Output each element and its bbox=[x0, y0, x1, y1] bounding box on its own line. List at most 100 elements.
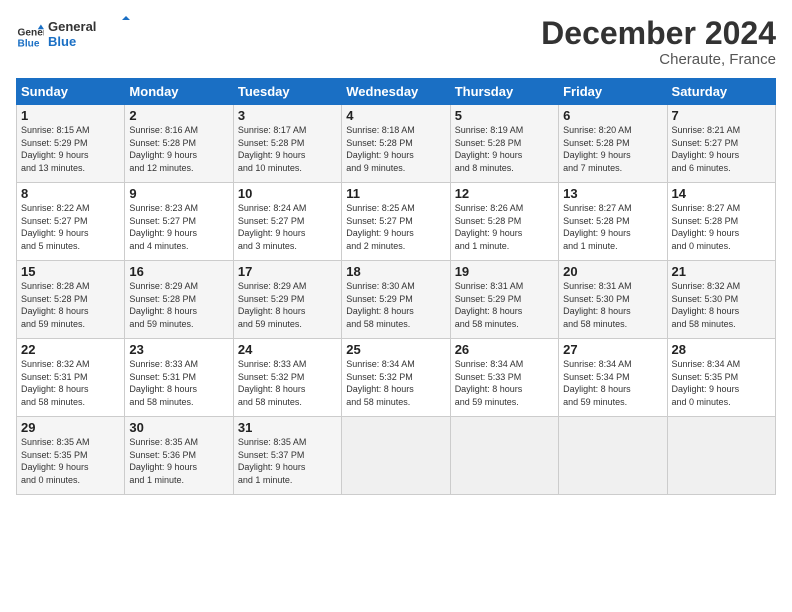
calendar-cell: 31Sunrise: 8:35 AM Sunset: 5:37 PM Dayli… bbox=[233, 417, 341, 495]
calendar-cell: 18Sunrise: 8:30 AM Sunset: 5:29 PM Dayli… bbox=[342, 261, 450, 339]
svg-text:Blue: Blue bbox=[48, 34, 76, 49]
calendar-cell bbox=[559, 417, 667, 495]
calendar-cell: 24Sunrise: 8:33 AM Sunset: 5:32 PM Dayli… bbox=[233, 339, 341, 417]
location: Cheraute, France bbox=[541, 51, 776, 68]
day-info: Sunrise: 8:29 AM Sunset: 5:28 PM Dayligh… bbox=[129, 280, 228, 330]
day-info: Sunrise: 8:34 AM Sunset: 5:34 PM Dayligh… bbox=[563, 358, 662, 408]
calendar-cell: 6Sunrise: 8:20 AM Sunset: 5:28 PM Daylig… bbox=[559, 105, 667, 183]
table-row: 15Sunrise: 8:28 AM Sunset: 5:28 PM Dayli… bbox=[17, 261, 776, 339]
calendar-cell bbox=[450, 417, 558, 495]
day-info: Sunrise: 8:27 AM Sunset: 5:28 PM Dayligh… bbox=[563, 202, 662, 252]
day-info: Sunrise: 8:28 AM Sunset: 5:28 PM Dayligh… bbox=[21, 280, 120, 330]
calendar-cell: 29Sunrise: 8:35 AM Sunset: 5:35 PM Dayli… bbox=[17, 417, 125, 495]
calendar-cell: 1Sunrise: 8:15 AM Sunset: 5:29 PM Daylig… bbox=[17, 105, 125, 183]
day-number: 23 bbox=[129, 342, 228, 357]
logo-icon: General Blue bbox=[16, 23, 44, 51]
page: General Blue General Blue December 2024 … bbox=[0, 0, 792, 612]
day-number: 19 bbox=[455, 264, 554, 279]
day-number: 7 bbox=[672, 108, 771, 123]
day-info: Sunrise: 8:35 AM Sunset: 5:35 PM Dayligh… bbox=[21, 436, 120, 486]
table-row: 8Sunrise: 8:22 AM Sunset: 5:27 PM Daylig… bbox=[17, 183, 776, 261]
day-info: Sunrise: 8:27 AM Sunset: 5:28 PM Dayligh… bbox=[672, 202, 771, 252]
day-info: Sunrise: 8:35 AM Sunset: 5:37 PM Dayligh… bbox=[238, 436, 337, 486]
calendar-cell: 26Sunrise: 8:34 AM Sunset: 5:33 PM Dayli… bbox=[450, 339, 558, 417]
day-number: 13 bbox=[563, 186, 662, 201]
day-number: 20 bbox=[563, 264, 662, 279]
calendar-cell bbox=[667, 417, 775, 495]
calendar-cell: 15Sunrise: 8:28 AM Sunset: 5:28 PM Dayli… bbox=[17, 261, 125, 339]
day-number: 31 bbox=[238, 420, 337, 435]
day-number: 15 bbox=[21, 264, 120, 279]
col-thursday: Thursday bbox=[450, 79, 558, 105]
col-friday: Friday bbox=[559, 79, 667, 105]
calendar-cell: 22Sunrise: 8:32 AM Sunset: 5:31 PM Dayli… bbox=[17, 339, 125, 417]
day-info: Sunrise: 8:21 AM Sunset: 5:27 PM Dayligh… bbox=[672, 124, 771, 174]
logo-text: General Blue bbox=[48, 16, 138, 57]
calendar-cell: 7Sunrise: 8:21 AM Sunset: 5:27 PM Daylig… bbox=[667, 105, 775, 183]
calendar-cell: 19Sunrise: 8:31 AM Sunset: 5:29 PM Dayli… bbox=[450, 261, 558, 339]
calendar-cell: 17Sunrise: 8:29 AM Sunset: 5:29 PM Dayli… bbox=[233, 261, 341, 339]
day-info: Sunrise: 8:34 AM Sunset: 5:33 PM Dayligh… bbox=[455, 358, 554, 408]
day-info: Sunrise: 8:32 AM Sunset: 5:30 PM Dayligh… bbox=[672, 280, 771, 330]
day-number: 6 bbox=[563, 108, 662, 123]
title-block: December 2024 Cheraute, France bbox=[541, 16, 776, 68]
day-info: Sunrise: 8:24 AM Sunset: 5:27 PM Dayligh… bbox=[238, 202, 337, 252]
day-number: 4 bbox=[346, 108, 445, 123]
day-number: 26 bbox=[455, 342, 554, 357]
calendar-cell: 4Sunrise: 8:18 AM Sunset: 5:28 PM Daylig… bbox=[342, 105, 450, 183]
header-row: Sunday Monday Tuesday Wednesday Thursday… bbox=[17, 79, 776, 105]
day-info: Sunrise: 8:31 AM Sunset: 5:30 PM Dayligh… bbox=[563, 280, 662, 330]
day-info: Sunrise: 8:15 AM Sunset: 5:29 PM Dayligh… bbox=[21, 124, 120, 174]
calendar-cell: 10Sunrise: 8:24 AM Sunset: 5:27 PM Dayli… bbox=[233, 183, 341, 261]
calendar-cell: 12Sunrise: 8:26 AM Sunset: 5:28 PM Dayli… bbox=[450, 183, 558, 261]
calendar-cell: 16Sunrise: 8:29 AM Sunset: 5:28 PM Dayli… bbox=[125, 261, 233, 339]
calendar-cell: 14Sunrise: 8:27 AM Sunset: 5:28 PM Dayli… bbox=[667, 183, 775, 261]
day-info: Sunrise: 8:31 AM Sunset: 5:29 PM Dayligh… bbox=[455, 280, 554, 330]
calendar-cell: 9Sunrise: 8:23 AM Sunset: 5:27 PM Daylig… bbox=[125, 183, 233, 261]
day-number: 29 bbox=[21, 420, 120, 435]
day-info: Sunrise: 8:17 AM Sunset: 5:28 PM Dayligh… bbox=[238, 124, 337, 174]
day-number: 24 bbox=[238, 342, 337, 357]
day-number: 11 bbox=[346, 186, 445, 201]
day-info: Sunrise: 8:35 AM Sunset: 5:36 PM Dayligh… bbox=[129, 436, 228, 486]
calendar-cell: 8Sunrise: 8:22 AM Sunset: 5:27 PM Daylig… bbox=[17, 183, 125, 261]
calendar-cell bbox=[342, 417, 450, 495]
day-info: Sunrise: 8:26 AM Sunset: 5:28 PM Dayligh… bbox=[455, 202, 554, 252]
calendar-cell: 23Sunrise: 8:33 AM Sunset: 5:31 PM Dayli… bbox=[125, 339, 233, 417]
day-number: 27 bbox=[563, 342, 662, 357]
calendar-cell: 27Sunrise: 8:34 AM Sunset: 5:34 PM Dayli… bbox=[559, 339, 667, 417]
day-number: 25 bbox=[346, 342, 445, 357]
day-number: 3 bbox=[238, 108, 337, 123]
month-title: December 2024 bbox=[541, 16, 776, 51]
calendar-cell: 5Sunrise: 8:19 AM Sunset: 5:28 PM Daylig… bbox=[450, 105, 558, 183]
calendar-cell: 30Sunrise: 8:35 AM Sunset: 5:36 PM Dayli… bbox=[125, 417, 233, 495]
calendar-cell: 11Sunrise: 8:25 AM Sunset: 5:27 PM Dayli… bbox=[342, 183, 450, 261]
day-number: 17 bbox=[238, 264, 337, 279]
header: General Blue General Blue December 2024 … bbox=[16, 16, 776, 68]
day-info: Sunrise: 8:22 AM Sunset: 5:27 PM Dayligh… bbox=[21, 202, 120, 252]
day-info: Sunrise: 8:18 AM Sunset: 5:28 PM Dayligh… bbox=[346, 124, 445, 174]
day-number: 28 bbox=[672, 342, 771, 357]
day-number: 1 bbox=[21, 108, 120, 123]
calendar-cell: 25Sunrise: 8:34 AM Sunset: 5:32 PM Dayli… bbox=[342, 339, 450, 417]
day-number: 14 bbox=[672, 186, 771, 201]
day-info: Sunrise: 8:33 AM Sunset: 5:31 PM Dayligh… bbox=[129, 358, 228, 408]
col-saturday: Saturday bbox=[667, 79, 775, 105]
svg-text:General: General bbox=[48, 19, 96, 34]
col-sunday: Sunday bbox=[17, 79, 125, 105]
svg-text:Blue: Blue bbox=[18, 38, 40, 49]
day-info: Sunrise: 8:20 AM Sunset: 5:28 PM Dayligh… bbox=[563, 124, 662, 174]
day-info: Sunrise: 8:16 AM Sunset: 5:28 PM Dayligh… bbox=[129, 124, 228, 174]
day-info: Sunrise: 8:32 AM Sunset: 5:31 PM Dayligh… bbox=[21, 358, 120, 408]
table-row: 29Sunrise: 8:35 AM Sunset: 5:35 PM Dayli… bbox=[17, 417, 776, 495]
day-info: Sunrise: 8:29 AM Sunset: 5:29 PM Dayligh… bbox=[238, 280, 337, 330]
day-number: 5 bbox=[455, 108, 554, 123]
day-number: 12 bbox=[455, 186, 554, 201]
day-info: Sunrise: 8:34 AM Sunset: 5:32 PM Dayligh… bbox=[346, 358, 445, 408]
day-number: 22 bbox=[21, 342, 120, 357]
day-number: 10 bbox=[238, 186, 337, 201]
day-number: 9 bbox=[129, 186, 228, 201]
col-tuesday: Tuesday bbox=[233, 79, 341, 105]
calendar-cell: 21Sunrise: 8:32 AM Sunset: 5:30 PM Dayli… bbox=[667, 261, 775, 339]
calendar-cell: 2Sunrise: 8:16 AM Sunset: 5:28 PM Daylig… bbox=[125, 105, 233, 183]
